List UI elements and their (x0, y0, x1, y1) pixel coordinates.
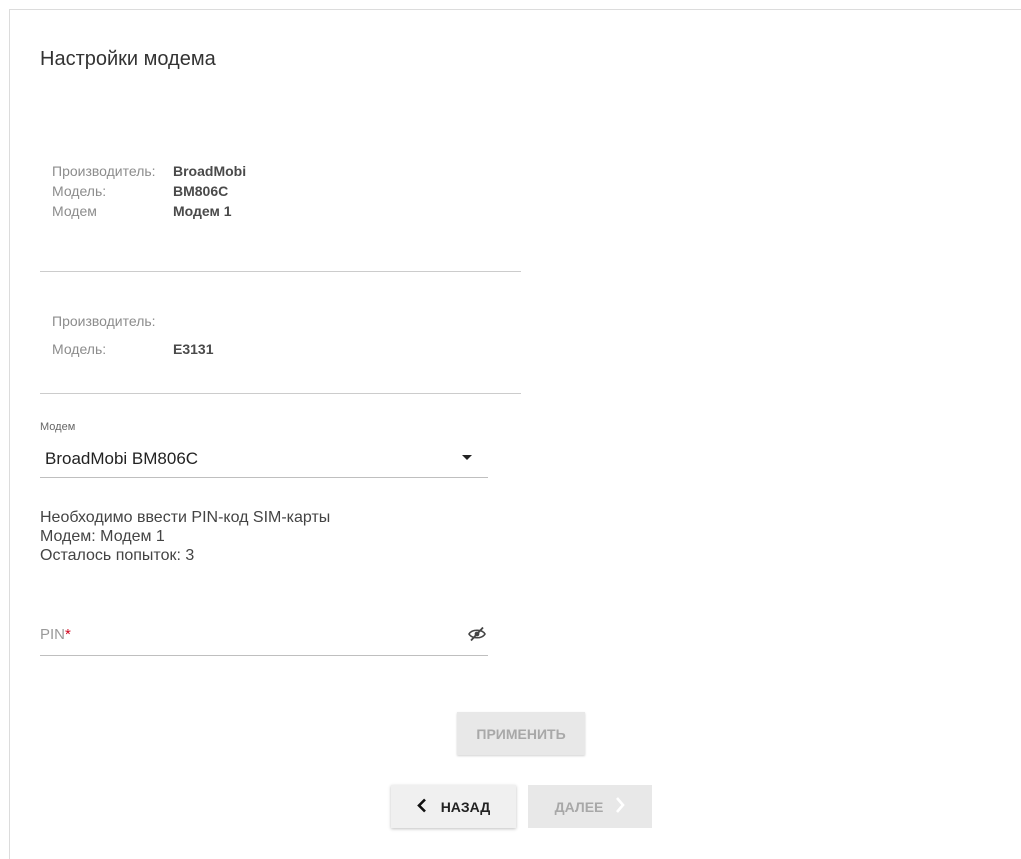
next-button[interactable]: ДАЛЕЕ (528, 785, 652, 828)
notice-line: Модем: Модем 1 (40, 528, 165, 545)
modem-select[interactable]: BroadMobi BM806C (40, 441, 488, 478)
modem-label: Модем (52, 203, 97, 219)
model-label: Модель: (52, 341, 107, 357)
apply-button[interactable]: ПРИМЕНИТЬ (457, 712, 585, 755)
manufacturer-value: BroadMobi (173, 163, 247, 179)
modem-info-2: Производитель: Модель: E3131 (52, 311, 213, 359)
manufacturer-label: Производитель: (52, 163, 156, 179)
pin-placeholder: PIN* (40, 626, 71, 643)
eye-off-icon[interactable] (468, 626, 486, 642)
next-button-label: ДАЛЕЕ (554, 798, 604, 815)
model-value: E3131 (173, 341, 214, 357)
model-value: BM806C (173, 183, 229, 199)
divider (40, 271, 521, 272)
model-label: Модель: (52, 183, 107, 199)
back-button-label: НАЗАД (440, 798, 491, 815)
manufacturer-label: Производитель: (52, 313, 156, 329)
page-title: Настройки модема (40, 48, 216, 70)
manufacturer-row: Производитель: (52, 311, 213, 331)
model-row: Модель: BM806C (52, 181, 246, 201)
chevron-left-icon (416, 798, 427, 816)
modem-value: Модем 1 (173, 203, 232, 219)
divider (40, 393, 521, 394)
manufacturer-row: Производитель: BroadMobi (52, 161, 246, 181)
modem-row: Модем Модем 1 (52, 201, 246, 221)
pin-label: PIN (40, 626, 66, 643)
required-mark: * (65, 626, 71, 643)
notice-line: Осталось попыток: 3 (40, 547, 195, 564)
model-row: Модель: E3131 (52, 339, 213, 359)
modem-select-value: BroadMobi BM806C (45, 449, 199, 468)
modem-select-label: Модем (40, 421, 76, 433)
dropdown-arrow-icon (462, 455, 472, 460)
notice-line: Необходимо ввести PIN-код SIM-карты (40, 509, 331, 526)
pin-notice: Необходимо ввести PIN-код SIM-карты Моде… (40, 508, 330, 565)
chevron-right-icon (615, 796, 626, 817)
back-button[interactable]: НАЗАД (391, 785, 516, 828)
modem-info-1: Производитель: BroadMobi Модель: BM806C … (52, 161, 246, 221)
pin-input[interactable]: PIN* (40, 612, 488, 656)
